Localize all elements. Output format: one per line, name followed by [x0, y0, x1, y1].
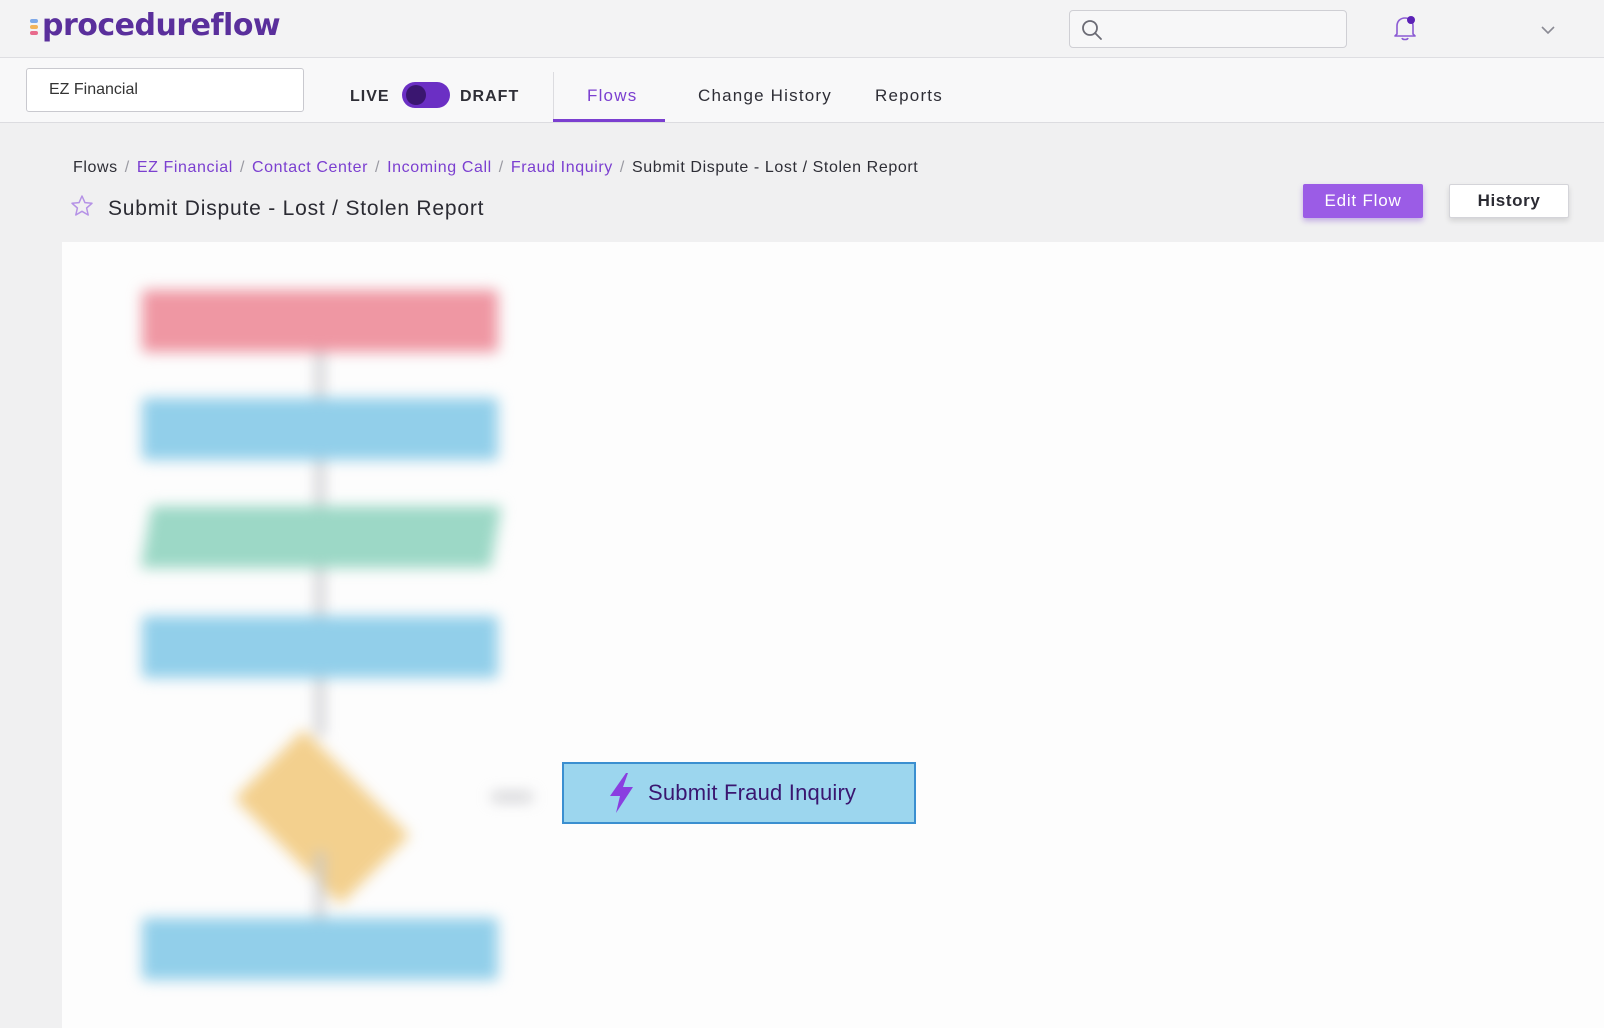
breadcrumb-item-fraud-inquiry[interactable]: Fraud Inquiry — [511, 159, 613, 177]
flow-connector — [316, 352, 324, 398]
favorite-star-button[interactable] — [70, 194, 94, 223]
flow-node-start — [142, 290, 498, 352]
breadcrumb-item-flows[interactable]: Flows — [73, 159, 118, 177]
flow-node-step — [142, 398, 498, 460]
mode-live-label: LIVE — [350, 88, 390, 105]
breadcrumb-separator: / — [375, 159, 381, 176]
flow-connector — [492, 793, 532, 801]
history-button[interactable]: History — [1449, 184, 1569, 218]
top-header: procedureflow — [0, 0, 1604, 58]
flow-node-submit-fraud-inquiry[interactable]: Submit Fraud Inquiry — [562, 762, 916, 824]
user-menu-button[interactable] — [1540, 22, 1556, 40]
star-icon — [71, 195, 93, 216]
nav-divider — [553, 72, 554, 122]
breadcrumb-item-incoming-call[interactable]: Incoming Call — [387, 159, 492, 177]
logo-text: procedureflow — [42, 8, 281, 43]
global-search[interactable] — [1069, 10, 1347, 48]
workspace-selector[interactable]: EZ Financial — [26, 68, 304, 112]
mode-draft-label: DRAFT — [460, 88, 520, 105]
breadcrumb: Flows / EZ Financial / Contact Center / … — [73, 159, 918, 177]
page-title: Submit Dispute - Lost / Stolen Report — [108, 196, 485, 220]
flow-connector — [316, 678, 324, 736]
breadcrumb-separator: / — [498, 159, 504, 176]
bell-icon — [1394, 16, 1416, 41]
search-input[interactable] — [1112, 17, 1332, 41]
toggle-knob — [406, 85, 426, 105]
breadcrumb-item-current: Submit Dispute - Lost / Stolen Report — [631, 159, 919, 176]
flow-connector — [316, 852, 324, 918]
sub-navigation: EZ Financial LIVE DRAFT Flows Change His… — [0, 58, 1604, 123]
lightning-bolt-icon — [610, 773, 633, 813]
breadcrumb-item-contact-center[interactable]: Contact Center — [252, 159, 368, 177]
flow-node-step — [142, 616, 498, 678]
notifications-button[interactable] — [1392, 14, 1418, 47]
logo-mark-icon — [30, 17, 40, 41]
flow-connector — [316, 460, 324, 506]
blurred-flow-diagram — [62, 242, 662, 1028]
flow-connector — [316, 568, 324, 616]
flow-node-step — [142, 918, 498, 980]
page-title-row: Submit Dispute - Lost / Stolen Report — [70, 194, 484, 223]
edit-flow-button[interactable]: Edit Flow — [1303, 184, 1423, 218]
breadcrumb-item-ez-financial[interactable]: EZ Financial — [137, 159, 233, 177]
tab-flows[interactable]: Flows — [587, 86, 637, 106]
tab-change-history[interactable]: Change History — [698, 86, 832, 106]
breadcrumb-separator: / — [239, 159, 245, 176]
tab-reports[interactable]: Reports — [875, 86, 943, 106]
live-draft-toggle[interactable] — [402, 82, 450, 108]
breadcrumb-separator: / — [619, 159, 625, 176]
search-icon — [1082, 20, 1102, 40]
flow-canvas[interactable]: Submit Fraud Inquiry — [62, 242, 1604, 1028]
action-node-label: Submit Fraud Inquiry — [648, 780, 857, 805]
active-tab-indicator — [553, 119, 665, 122]
logo[interactable]: procedureflow — [30, 8, 281, 43]
chevron-down-icon — [1541, 26, 1555, 35]
breadcrumb-separator: / — [124, 159, 130, 176]
flow-node-input — [140, 506, 502, 568]
